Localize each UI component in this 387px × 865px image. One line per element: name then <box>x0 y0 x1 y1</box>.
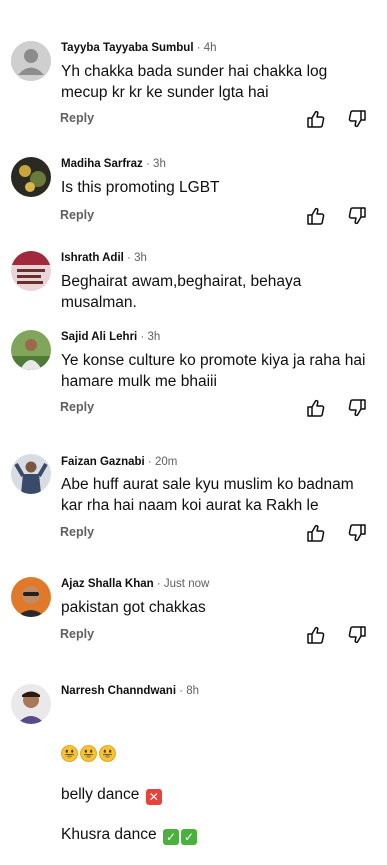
comment-author[interactable]: Sajid Ali Lehri <box>61 331 137 343</box>
comment-text: Ye konse culture ko promote kiya ja raha… <box>61 352 366 390</box>
comment-meta: Sajid Ali Lehri · 3h <box>61 331 160 343</box>
thumbs-up-icon <box>307 626 325 644</box>
like-button[interactable] <box>305 398 325 418</box>
comment-meta: Madiha Sarfraz · 3h <box>61 158 166 170</box>
comment-author[interactable]: Madiha Sarfraz <box>61 158 143 170</box>
avatar[interactable] <box>11 330 51 370</box>
cross-mark-emoji-icon: ✕ <box>145 789 162 805</box>
comment-meta: Narresh Channdwani · 8h <box>61 685 199 697</box>
thumbs-down-icon <box>348 626 366 644</box>
comment-text: Beghairat awam,beghairat, behaya musalma… <box>61 273 302 311</box>
separator: · <box>144 456 155 468</box>
dislike-button[interactable] <box>348 206 368 226</box>
separator: · <box>142 158 154 170</box>
comment-text: Abe huff aurat sale kyu muslim ko badnam… <box>61 476 354 514</box>
comment-line: belly dance ✕ <box>61 785 377 805</box>
comment-time: 20m <box>154 456 178 468</box>
comment-meta: Faizan Gaznabi · 20m <box>61 456 177 468</box>
separator: · <box>137 331 148 343</box>
thumbs-down-icon <box>348 524 366 542</box>
comment-author[interactable]: Tayyba Tayyaba Sumbul <box>61 42 194 54</box>
separator: · <box>123 252 135 264</box>
like-button[interactable] <box>305 625 325 645</box>
comment-time: 8h <box>186 685 200 697</box>
comment-line: Khusra dance ✓ ✓ <box>61 825 377 845</box>
comment-meta: Ajaz Shalla Khan · Just now <box>61 578 209 590</box>
photo-avatar-icon <box>11 330 51 370</box>
comment-line-text: belly dance <box>61 786 140 803</box>
default-user-avatar-icon <box>11 41 51 81</box>
separator: · <box>193 42 204 54</box>
avatar[interactable] <box>11 577 51 617</box>
like-button[interactable] <box>305 109 325 129</box>
like-button[interactable] <box>305 206 325 226</box>
thumbs-down-icon <box>348 207 366 225</box>
comment-time: 3h <box>153 158 166 170</box>
comment-meta: Tayyba Tayyaba Sumbul · 4h <box>61 42 217 54</box>
photo-avatar-icon <box>11 251 51 291</box>
avatar[interactable] <box>11 41 51 81</box>
emoji-row <box>61 725 377 765</box>
separator: · <box>176 685 187 697</box>
photo-avatar-icon <box>11 577 51 617</box>
avatar[interactable] <box>11 157 51 197</box>
comment-author[interactable]: Ishrath Adil <box>61 252 124 264</box>
comment-text: pakistan got chakkas <box>61 599 206 616</box>
reply-button[interactable]: Reply <box>60 627 94 641</box>
reply-button[interactable]: Reply <box>60 111 94 125</box>
dislike-button[interactable] <box>348 625 368 645</box>
comment-time: 3h <box>147 331 161 343</box>
comment-time: Just now <box>163 578 210 590</box>
comment-text: Is this promoting LGBT <box>61 179 220 196</box>
grinning-face-emoji-icon <box>80 745 97 762</box>
comment-author[interactable]: Narresh Channdwani <box>61 685 176 697</box>
comment-author[interactable]: Ajaz Shalla Khan <box>61 578 154 590</box>
reply-button[interactable]: Reply <box>60 400 94 414</box>
comment-time: 3h <box>134 252 147 264</box>
avatar[interactable] <box>11 251 51 291</box>
separator: · <box>153 578 164 590</box>
grinning-face-emoji-icon <box>61 745 78 762</box>
thumbs-up-icon <box>307 399 325 417</box>
comment-author[interactable]: Faizan Gaznabi <box>61 456 145 468</box>
thumbs-up-icon <box>307 524 325 542</box>
dislike-button[interactable] <box>348 109 368 129</box>
thumbs-up-icon <box>307 110 325 128</box>
dislike-button[interactable] <box>348 398 368 418</box>
comment-time: 4h <box>203 42 217 54</box>
comment-line-text: Khusra dance <box>61 826 157 843</box>
reply-button[interactable]: Reply <box>60 525 94 539</box>
comment-text: Yh chakka bada sunder hai chakka log mec… <box>61 63 328 101</box>
photo-avatar-icon <box>11 157 51 197</box>
avatar[interactable] <box>11 454 51 494</box>
reply-button[interactable]: Reply <box>60 208 94 222</box>
thumbs-down-icon <box>348 110 366 128</box>
comment-meta: Ishrath Adil · 3h <box>61 252 147 264</box>
dislike-button[interactable] <box>348 523 368 543</box>
grinning-face-emoji-icon <box>99 745 116 762</box>
like-button[interactable] <box>305 523 325 543</box>
check-mark-emoji-icon: ✓ <box>180 829 197 845</box>
photo-avatar-icon <box>11 454 51 494</box>
check-mark-emoji-icon: ✓ <box>162 829 179 845</box>
thumbs-up-icon <box>307 207 325 225</box>
avatar[interactable] <box>11 684 51 724</box>
comment-text: belly dance ✕ Khusra dance ✓ ✓ <box>61 705 377 865</box>
thumbs-down-icon <box>348 399 366 417</box>
photo-avatar-icon <box>11 684 51 724</box>
